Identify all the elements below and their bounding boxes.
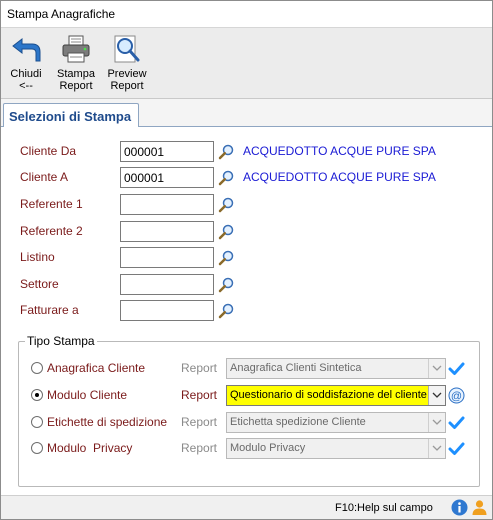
cliente-a-input[interactable] [120, 167, 214, 188]
selection-form: Cliente Da ACQUEDOTTO ACQUE PURE SPA Cli… [1, 127, 492, 495]
referente-1-input[interactable] [120, 194, 214, 215]
referente-1-label: Referente 1 [20, 197, 83, 211]
window-title: Stampa Anagrafiche [7, 7, 116, 21]
fatturare-a-label: Fatturare a [20, 303, 79, 317]
field-row-cliente-a: Cliente A ACQUEDOTTO ACQUE PURE SPA [1, 167, 492, 189]
anagrafica-cliente-radio[interactable] [31, 362, 43, 374]
chevron-down-icon[interactable] [428, 413, 445, 432]
print-report-button-label: Stampa Report [57, 68, 95, 92]
info-icon[interactable] [451, 499, 468, 516]
svg-text:@: @ [451, 390, 462, 402]
lookup-search-icon[interactable] [217, 223, 235, 241]
anagrafica-report-select[interactable]: Anagrafica Clienti Sintetica [226, 358, 446, 379]
anagrafica-cliente-label[interactable]: Anagrafica Cliente [47, 361, 145, 375]
lookup-search-icon[interactable] [217, 249, 235, 267]
printer-icon [62, 35, 90, 63]
chevron-down-icon[interactable] [428, 386, 445, 405]
tipo-stampa-option-etichette: Etichette di spedizione Report Etichetta… [1, 412, 492, 434]
tipo-stampa-legend: Tipo Stampa [25, 334, 97, 348]
field-row-fatturare-a: Fatturare a [1, 300, 492, 322]
cliente-da-input[interactable] [120, 141, 214, 162]
preview-report-button[interactable]: Preview Report [105, 34, 149, 96]
report-label: Report [181, 415, 218, 429]
etichette-report-value: Etichetta spedizione Cliente [230, 416, 366, 428]
field-row-settore: Settore [1, 274, 492, 296]
back-arrow-icon [12, 37, 41, 62]
title-bar: Stampa Anagrafiche [1, 1, 492, 27]
etichette-spedizione-radio[interactable] [31, 416, 43, 428]
toolbar: Chiudi <-- Stampa Report Preview Report [1, 27, 492, 99]
magnifier-preview-icon [114, 35, 140, 63]
tipo-stampa-option-privacy: Modulo Privacy Report Modulo Privacy [1, 438, 492, 460]
checkmark-icon[interactable] [448, 360, 465, 377]
anagrafica-report-value: Anagrafica Clienti Sintetica [230, 362, 362, 374]
window: Stampa Anagrafiche Chiudi <-- Stampa Rep… [0, 0, 493, 520]
cliente-da-description: ACQUEDOTTO ACQUE PURE SPA [243, 144, 436, 158]
checkmark-icon[interactable] [448, 414, 465, 431]
tab-label: Selezioni di Stampa [9, 109, 132, 124]
modulo-cliente-label[interactable]: Modulo Cliente [47, 388, 127, 402]
checkmark-icon[interactable] [448, 440, 465, 457]
modulo-privacy-label[interactable]: Modulo Privacy [47, 441, 132, 455]
close-button[interactable]: Chiudi <-- [7, 34, 45, 96]
report-label: Report [181, 441, 218, 455]
field-row-referente-1: Referente 1 [1, 194, 492, 216]
field-row-referente-2: Referente 2 [1, 221, 492, 243]
tab-strip: Selezioni di Stampa [1, 99, 492, 127]
chevron-down-icon[interactable] [428, 439, 445, 458]
cliente-da-label: Cliente Da [20, 144, 77, 158]
status-bar: F10:Help sul campo [1, 495, 492, 519]
modulo-privacy-radio[interactable] [31, 442, 43, 454]
lookup-search-icon[interactable] [217, 143, 235, 161]
modulo-cliente-radio[interactable] [31, 389, 43, 401]
settore-label: Settore [20, 277, 59, 291]
lookup-search-icon[interactable] [217, 276, 235, 294]
listino-input[interactable] [120, 247, 214, 268]
tab-selezioni-di-stampa[interactable]: Selezioni di Stampa [3, 103, 139, 127]
modulo-cliente-report-select[interactable]: Questionario di soddisfazione del client… [226, 385, 446, 406]
etichette-report-select[interactable]: Etichetta spedizione Cliente [226, 412, 446, 433]
privacy-report-value: Modulo Privacy [230, 442, 306, 454]
print-report-button[interactable]: Stampa Report [55, 34, 97, 96]
referente-2-label: Referente 2 [20, 224, 83, 238]
modulo-cliente-report-value: Questionario di soddisfazione del client… [230, 389, 427, 401]
lookup-search-icon[interactable] [217, 302, 235, 320]
listino-label: Listino [20, 250, 55, 264]
at-sign-icon[interactable]: @ [448, 387, 465, 404]
help-hint: F10:Help sul campo [335, 502, 433, 514]
privacy-report-select[interactable]: Modulo Privacy [226, 438, 446, 459]
report-label: Report [181, 388, 218, 402]
settore-input[interactable] [120, 274, 214, 295]
tipo-stampa-option-modulo-cliente: Modulo Cliente Report Questionario di so… [1, 385, 492, 407]
user-icon[interactable] [471, 499, 488, 516]
report-label: Report [181, 361, 218, 375]
close-button-label: Chiudi <-- [10, 68, 42, 92]
cliente-a-label: Cliente A [20, 170, 69, 184]
cliente-a-description: ACQUEDOTTO ACQUE PURE SPA [243, 170, 436, 184]
referente-2-input[interactable] [120, 221, 214, 242]
field-row-listino: Listino [1, 247, 492, 269]
lookup-search-icon[interactable] [217, 196, 235, 214]
fatturare-a-input[interactable] [120, 300, 214, 321]
lookup-search-icon[interactable] [217, 169, 235, 187]
preview-report-button-label: Preview Report [107, 68, 147, 92]
chevron-down-icon[interactable] [428, 359, 445, 378]
tipo-stampa-option-anagrafica: Anagrafica Cliente Report Anagrafica Cli… [1, 358, 492, 380]
etichette-spedizione-label[interactable]: Etichette di spedizione [47, 415, 167, 429]
field-row-cliente-da: Cliente Da ACQUEDOTTO ACQUE PURE SPA [1, 141, 492, 163]
